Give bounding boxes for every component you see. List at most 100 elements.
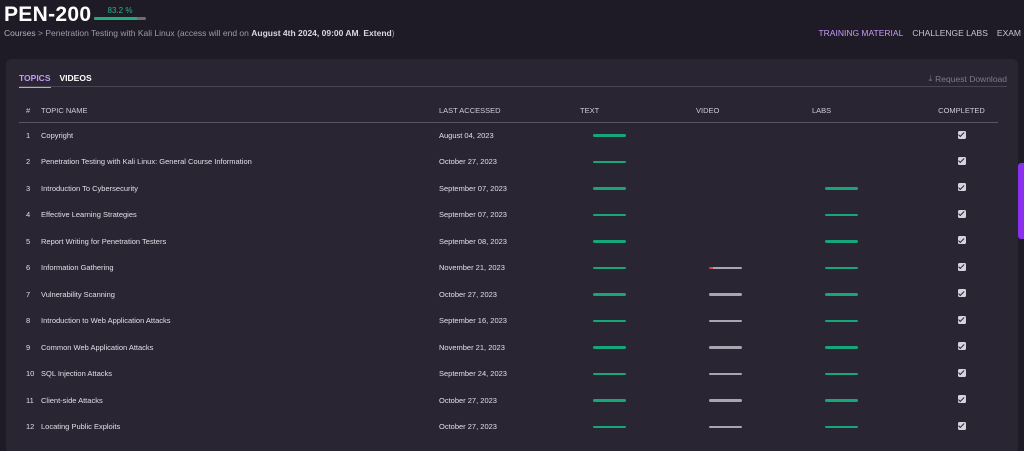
col-header-number: # bbox=[19, 103, 41, 123]
topic-name-link[interactable]: Copyright bbox=[41, 122, 439, 149]
labs-progress-bar bbox=[825, 372, 858, 375]
last-accessed-date: September 16, 2023 bbox=[439, 316, 507, 326]
topic-number: 12 bbox=[26, 422, 35, 432]
text-progress bbox=[580, 361, 696, 388]
topic-name-link[interactable]: Common Web Application Attacks bbox=[41, 334, 439, 361]
completed-checkbox-icon[interactable] bbox=[957, 183, 966, 192]
col-header-topic-name: TOPIC NAME bbox=[41, 103, 439, 123]
completed-cell bbox=[925, 175, 998, 202]
video-progress bbox=[696, 122, 812, 149]
topic-name-link[interactable]: Penetration Testing with Kali Linux: Gen… bbox=[41, 149, 439, 176]
completed-checkbox-icon[interactable] bbox=[957, 315, 966, 324]
labs-progress-bar bbox=[825, 425, 858, 428]
labs-progress bbox=[812, 334, 925, 361]
table-row[interactable]: 4 Effective Learning Strategies September … bbox=[19, 202, 998, 229]
video-progress-bar bbox=[709, 346, 742, 349]
table-row[interactable]: 9 Common Web Application Attacks November … bbox=[19, 334, 998, 361]
video-progress-bar bbox=[709, 266, 742, 269]
table-row[interactable]: 11 Client-side Attacks October 27, 2023 bbox=[19, 387, 998, 414]
topic-name-link[interactable]: Effective Learning Strategies bbox=[41, 202, 439, 229]
course-progress-label: 83.2 % bbox=[107, 6, 133, 15]
topic-name-link[interactable]: Report Writing for Penetration Testers bbox=[41, 228, 439, 255]
table-row[interactable]: 5 Report Writing for Penetration Testers S… bbox=[19, 228, 998, 255]
col-header-completed: COMPLETED bbox=[925, 103, 998, 123]
request-download-button[interactable]: ⤓ Request Download bbox=[929, 74, 1007, 84]
breadcrumb-separator: > bbox=[38, 28, 43, 38]
completed-cell bbox=[925, 334, 998, 361]
completed-checkbox-icon[interactable] bbox=[957, 368, 966, 377]
last-accessed-date: August 04, 2023 bbox=[439, 131, 494, 140]
nav-challenge-labs[interactable]: CHALLENGE LABS bbox=[912, 28, 988, 38]
video-progress bbox=[696, 175, 812, 202]
topic-name-link[interactable]: Client-side Attacks bbox=[41, 387, 439, 414]
video-progress bbox=[696, 228, 812, 255]
text-progress-bar bbox=[593, 425, 626, 428]
completed-cell bbox=[925, 361, 998, 388]
completed-checkbox-icon[interactable] bbox=[957, 209, 966, 218]
table-row[interactable]: 8 Introduction to Web Application Attacks… bbox=[19, 308, 998, 335]
course-progress: 83.2 % bbox=[94, 6, 146, 20]
table-row[interactable]: 3 Introduction To Cybersecurity September … bbox=[19, 175, 998, 202]
labs-progress bbox=[812, 175, 925, 202]
last-accessed-date: September 07, 2023 bbox=[439, 210, 507, 220]
completed-checkbox-icon[interactable] bbox=[957, 421, 966, 430]
table-row[interactable]: 1 Copyright August 04, 2023 bbox=[19, 122, 998, 149]
topic-name-link[interactable]: Vulnerability Scanning bbox=[41, 281, 439, 308]
labs-progress-bar bbox=[825, 266, 858, 269]
text-progress bbox=[580, 308, 696, 335]
text-progress bbox=[580, 175, 696, 202]
table-row[interactable]: 7 Vulnerability Scanning October 27, 2023 bbox=[19, 281, 998, 308]
video-progress bbox=[696, 202, 812, 229]
breadcrumb: Courses > Penetration Testing with Kali … bbox=[4, 28, 395, 38]
text-progress-bar bbox=[593, 134, 626, 137]
labs-progress bbox=[812, 414, 925, 441]
completed-checkbox-icon[interactable] bbox=[957, 262, 966, 271]
last-accessed-date: September 24, 2023 bbox=[439, 369, 507, 379]
top-bar: PEN-200 83.2 % Courses > Penetration Tes… bbox=[0, 0, 1024, 60]
text-progress-bar bbox=[593, 187, 626, 190]
labs-progress bbox=[812, 281, 925, 308]
labs-progress-bar bbox=[825, 213, 858, 216]
video-progress bbox=[696, 149, 812, 176]
video-progress-bar bbox=[709, 319, 742, 322]
nav-training-material[interactable]: TRAINING MATERIAL bbox=[818, 28, 903, 38]
completed-checkbox-icon[interactable] bbox=[957, 342, 966, 351]
completed-cell bbox=[925, 202, 998, 229]
completed-checkbox-icon[interactable] bbox=[957, 395, 966, 404]
completed-checkbox-icon[interactable] bbox=[957, 130, 966, 139]
topic-number: 11 bbox=[26, 395, 34, 405]
video-progress bbox=[696, 281, 812, 308]
topic-name-link[interactable]: Introduction to Web Application Attacks bbox=[41, 308, 439, 335]
col-header-video: VIDEO bbox=[696, 103, 812, 123]
video-progress bbox=[696, 361, 812, 388]
nav-exam[interactable]: EXAM bbox=[997, 28, 1021, 38]
topics-table-body: 1 Copyright August 04, 2023 2 Penetration Te… bbox=[19, 122, 998, 440]
last-accessed-date: October 27, 2023 bbox=[439, 157, 497, 167]
side-feedback-tab[interactable] bbox=[1018, 163, 1024, 239]
completed-checkbox-icon[interactable] bbox=[957, 236, 966, 245]
topic-number: 4 bbox=[26, 210, 31, 220]
text-progress-bar bbox=[593, 240, 626, 243]
text-progress-bar bbox=[593, 213, 626, 216]
topic-name-link[interactable]: Introduction To Cybersecurity bbox=[41, 175, 439, 202]
request-download-label: Request Download bbox=[935, 74, 1007, 84]
topic-name-link[interactable]: Information Gathering bbox=[41, 255, 439, 282]
text-progress bbox=[580, 202, 696, 229]
topic-name-link[interactable]: SQL Injection Attacks bbox=[41, 361, 439, 388]
table-row[interactable]: 6 Information Gathering November 21, 2023 bbox=[19, 255, 998, 282]
topic-number: 8 bbox=[26, 316, 31, 326]
table-row[interactable]: 12 Locating Public Exploits October 27, 20… bbox=[19, 414, 998, 441]
completed-checkbox-icon[interactable] bbox=[957, 289, 966, 298]
course-progress-track bbox=[94, 17, 146, 20]
extend-link[interactable]: Extend bbox=[363, 28, 391, 38]
table-row[interactable]: 2 Penetration Testing with Kali Linux: Ge… bbox=[19, 149, 998, 176]
topic-name-link[interactable]: Locating Public Exploits bbox=[41, 414, 439, 441]
video-progress bbox=[696, 334, 812, 361]
text-progress-bar bbox=[593, 346, 626, 349]
tabs-divider bbox=[19, 86, 1007, 87]
topic-number: 1 bbox=[26, 131, 31, 140]
table-row[interactable]: 10 SQL Injection Attacks September 24, 202… bbox=[19, 361, 998, 388]
last-accessed-date: September 08, 2023 bbox=[439, 236, 507, 246]
completed-checkbox-icon[interactable] bbox=[957, 156, 966, 165]
breadcrumb-courses-link[interactable]: Courses bbox=[4, 28, 36, 38]
